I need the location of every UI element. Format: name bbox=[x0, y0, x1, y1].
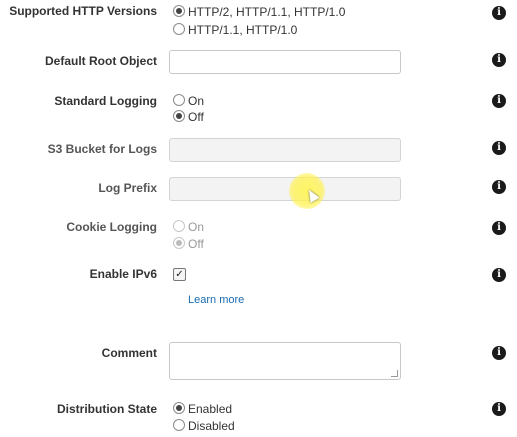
radio-logging-on[interactable] bbox=[173, 93, 185, 106]
http-option-http11-label: HTTP/1.1, HTTP/1.0 bbox=[188, 22, 298, 37]
radio-http11[interactable] bbox=[173, 22, 185, 35]
comment-textarea[interactable] bbox=[169, 342, 401, 380]
default-root-object-input[interactable] bbox=[169, 50, 401, 74]
info-icon[interactable]: i bbox=[492, 402, 506, 416]
info-icon[interactable]: i bbox=[492, 346, 506, 360]
radio-cookie-off[interactable] bbox=[173, 236, 185, 249]
radio-logging-off[interactable] bbox=[173, 109, 185, 122]
info-icon[interactable]: i bbox=[492, 180, 506, 194]
s3-bucket-input[interactable] bbox=[169, 138, 401, 162]
standard-logging-on[interactable]: On bbox=[173, 92, 204, 108]
info-icon[interactable]: i bbox=[492, 141, 506, 155]
distribution-state-enabled-label: Enabled bbox=[188, 401, 233, 416]
learn-more-link[interactable]: Learn more bbox=[188, 294, 244, 306]
info-icon[interactable]: i bbox=[492, 53, 506, 67]
enable-ipv6-label: Enable IPv6 bbox=[89, 267, 157, 281]
cookie-logging-off[interactable]: Off bbox=[173, 235, 204, 251]
info-icon[interactable]: i bbox=[492, 221, 506, 235]
cookie-logging-label: Cookie Logging bbox=[66, 220, 157, 234]
distribution-state-enabled[interactable]: Enabled bbox=[173, 400, 232, 416]
info-icon[interactable]: i bbox=[492, 268, 506, 282]
distribution-state-label: Distribution State bbox=[56, 402, 157, 416]
distribution-state-disabled-label: Disabled bbox=[188, 418, 235, 433]
standard-logging-off-label: Off bbox=[188, 109, 204, 124]
radio-http2[interactable] bbox=[173, 4, 185, 17]
info-icon[interactable]: i bbox=[492, 6, 506, 20]
http-versions-label: Supported HTTP Versions bbox=[9, 4, 157, 18]
distribution-state-disabled[interactable]: Disabled bbox=[173, 417, 235, 433]
ipv6-checkbox[interactable]: ✓ bbox=[173, 268, 186, 281]
radio-enabled[interactable] bbox=[173, 401, 185, 414]
standard-logging-on-label: On bbox=[188, 93, 205, 108]
info-icon[interactable]: i bbox=[492, 94, 506, 108]
resize-handle-icon[interactable] bbox=[391, 370, 398, 377]
http-option-http11[interactable]: HTTP/1.1, HTTP/1.0 bbox=[173, 21, 297, 37]
cookie-logging-on[interactable]: On bbox=[173, 218, 204, 234]
http-option-http2-label: HTTP/2, HTTP/1.1, HTTP/1.0 bbox=[188, 4, 346, 19]
http-option-http2[interactable]: HTTP/2, HTTP/1.1, HTTP/1.0 bbox=[173, 3, 345, 19]
radio-disabled[interactable] bbox=[173, 418, 185, 431]
default-root-object-label: Default Root Object bbox=[44, 54, 157, 68]
standard-logging-off[interactable]: Off bbox=[173, 108, 204, 124]
standard-logging-label: Standard Logging bbox=[54, 94, 157, 108]
radio-cookie-on[interactable] bbox=[173, 219, 185, 232]
cookie-logging-off-label: Off bbox=[188, 236, 204, 251]
comment-label: Comment bbox=[101, 346, 157, 360]
cookie-logging-on-label: On bbox=[188, 219, 205, 234]
s3-bucket-label: S3 Bucket for Logs bbox=[47, 142, 157, 156]
log-prefix-input[interactable] bbox=[169, 177, 401, 201]
log-prefix-label: Log Prefix bbox=[98, 181, 157, 195]
